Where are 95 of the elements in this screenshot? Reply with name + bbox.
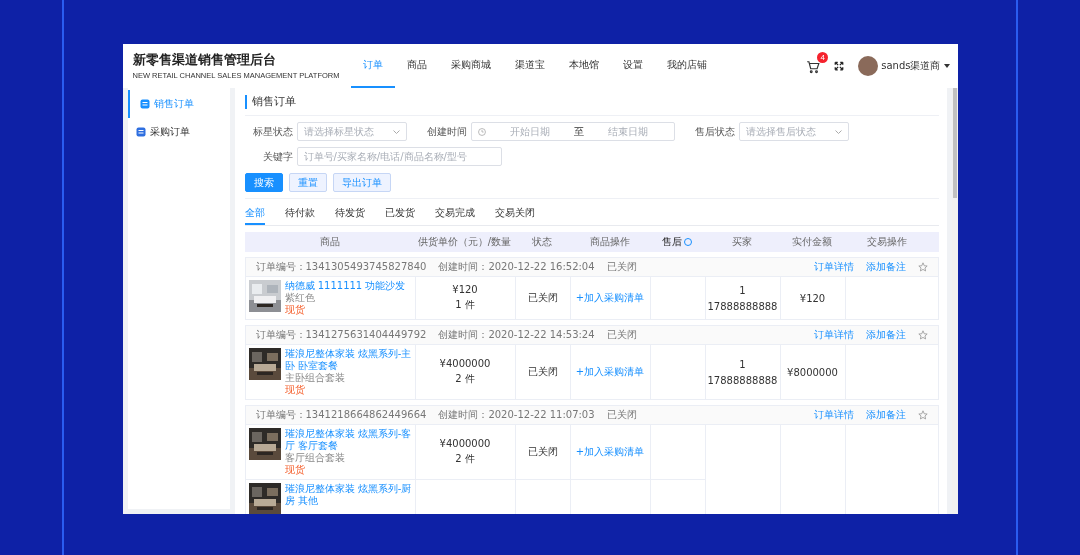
buyer-phone: 17888888888 <box>707 300 778 312</box>
product-title[interactable]: 璀浪尼整体家装 炫黑系列-主卧 卧室套餐 <box>284 348 412 372</box>
product-spec: 紫红色 <box>284 292 316 304</box>
order-link[interactable]: 添加备注 <box>865 260 906 274</box>
filter-label: 售后状态 <box>693 124 736 139</box>
order-time: 创建时间：2020-12-22 14:53:24 <box>438 328 595 342</box>
product-spec: 主卧组合套装 <box>284 372 346 384</box>
start-date-input[interactable]: 开始日期 <box>489 126 570 137</box>
order-number: 订单编号：1341305493745827840 <box>255 260 427 274</box>
clock-icon <box>477 127 486 136</box>
status-tab[interactable]: 交易完成 <box>434 203 475 225</box>
document-icon <box>139 99 150 109</box>
filter-label: 创建时间 <box>425 124 468 139</box>
column-header: 状态 <box>532 235 552 249</box>
unit-price: ¥4000000 <box>439 358 491 369</box>
quantity: 1 件 <box>455 298 475 312</box>
quantity: 2 件 <box>455 372 475 386</box>
action-button[interactable]: 导出订单 <box>332 173 391 192</box>
scrollbar[interactable] <box>951 88 958 514</box>
add-to-purchase-link[interactable]: +加入采购清单 <box>575 291 645 305</box>
chevron-icon <box>392 129 400 134</box>
nav-tab[interactable]: 采购商城 <box>438 44 503 88</box>
chevron-icon <box>834 129 842 134</box>
item-status: 已关闭 <box>527 445 558 459</box>
paid-amount: ¥8000000 <box>787 366 838 378</box>
stock-tag: 现货 <box>284 464 412 476</box>
brand-title: 新零售渠道销售管理后台 <box>132 51 276 69</box>
end-date-input[interactable]: 结束日期 <box>587 126 668 137</box>
product-title[interactable]: 璀浪尼整体家装 炫黑系列-厨房 其他 <box>284 483 412 507</box>
unit-price: ¥4000000 <box>439 438 491 449</box>
column-header: 买家 <box>732 235 752 249</box>
nav-tab[interactable]: 设置 <box>610 44 655 88</box>
user-name[interactable]: sands渠道商 <box>881 59 941 73</box>
cart-badge: 4 <box>817 52 829 63</box>
order-status: 已关闭 <box>606 328 637 342</box>
caret-icon[interactable] <box>943 64 950 68</box>
product-title[interactable]: 璀浪尼整体家装 炫黑系列-客厅 客厅套餐 <box>284 428 412 452</box>
buyer-count: 1 <box>739 284 746 296</box>
filter-label: 关键字 <box>261 149 294 164</box>
star-icon[interactable] <box>917 410 928 420</box>
order-time: 创建时间：2020-12-22 11:07:03 <box>438 408 595 422</box>
item-status: 已关闭 <box>527 291 558 305</box>
unit-price: ¥120 <box>452 284 478 295</box>
order-time: 创建时间：2020-12-22 16:52:04 <box>438 260 595 274</box>
sidebar-item[interactable]: 销售订单 <box>127 90 230 118</box>
nav-tab[interactable]: 商品 <box>394 44 439 88</box>
column-header: 商品 <box>319 235 340 249</box>
order-status: 已关闭 <box>606 260 637 274</box>
column-header: 实付金额 <box>792 235 832 249</box>
quantity: 2 件 <box>455 452 475 466</box>
nav-tab[interactable]: 我的店铺 <box>654 44 719 88</box>
range-separator: 至 <box>573 124 584 139</box>
avatar[interactable] <box>858 56 879 76</box>
buyer-phone: 17888888888 <box>707 374 778 386</box>
sidebar-item[interactable]: 采购订单 <box>127 118 230 146</box>
cart-icon[interactable] <box>806 60 821 74</box>
product-spec: 客厅组合套装 <box>284 452 346 464</box>
nav-tab[interactable]: 本地馆 <box>556 44 611 88</box>
order-link[interactable]: 添加备注 <box>865 408 906 422</box>
stock-tag: 现货 <box>284 304 406 316</box>
buyer-count: 1 <box>739 358 746 370</box>
status-tab[interactable]: 已发货 <box>384 203 415 225</box>
column-header: 售后 <box>662 235 682 249</box>
order-link[interactable]: 添加备注 <box>865 328 906 342</box>
order-link[interactable]: 订单详情 <box>813 260 854 274</box>
document-icon <box>135 127 146 137</box>
order-link[interactable]: 订单详情 <box>813 328 854 342</box>
star-icon[interactable] <box>917 262 928 272</box>
column-header: 商品操作 <box>589 235 630 249</box>
product-title[interactable]: 纳德威 1111111 功能沙发 <box>284 280 406 292</box>
search-button[interactable]: 搜索 <box>244 173 283 192</box>
select-field[interactable]: 请选择标星状态 <box>296 122 407 141</box>
status-tab[interactable]: 待付款 <box>284 203 315 225</box>
fullscreen-icon[interactable] <box>834 61 845 71</box>
item-status: 已关闭 <box>527 365 558 379</box>
filter-label: 标星状态 <box>251 124 294 139</box>
add-to-purchase-link[interactable]: +加入采购清单 <box>575 365 645 379</box>
order-link[interactable]: 订单详情 <box>813 408 854 422</box>
star-icon[interactable] <box>917 330 928 340</box>
column-header: 交易操作 <box>867 235 907 249</box>
order-number: 订单编号：1341218664862449664 <box>255 408 427 422</box>
action-button[interactable]: 重置 <box>288 173 327 192</box>
select-field[interactable]: 请选择售后状态 <box>738 122 849 141</box>
order-number: 订单编号：1341275631404449792 <box>255 328 427 342</box>
keyword-field[interactable]: 订单号/买家名称/电话/商品名称/型号 <box>296 147 502 166</box>
column-header: 供货单价（元）/数量 <box>417 235 512 249</box>
nav-tab[interactable]: 渠道宝 <box>502 44 557 88</box>
status-tab[interactable]: 待发货 <box>334 203 365 225</box>
status-tab[interactable]: 交易关闭 <box>494 203 535 225</box>
status-tab[interactable]: 全部 <box>244 203 265 225</box>
add-to-purchase-link[interactable]: +加入采购清单 <box>575 445 645 459</box>
paid-amount: ¥120 <box>799 292 826 304</box>
page-title: 销售订单 <box>244 95 939 109</box>
order-status: 已关闭 <box>606 408 637 422</box>
stock-tag: 现货 <box>284 384 412 396</box>
